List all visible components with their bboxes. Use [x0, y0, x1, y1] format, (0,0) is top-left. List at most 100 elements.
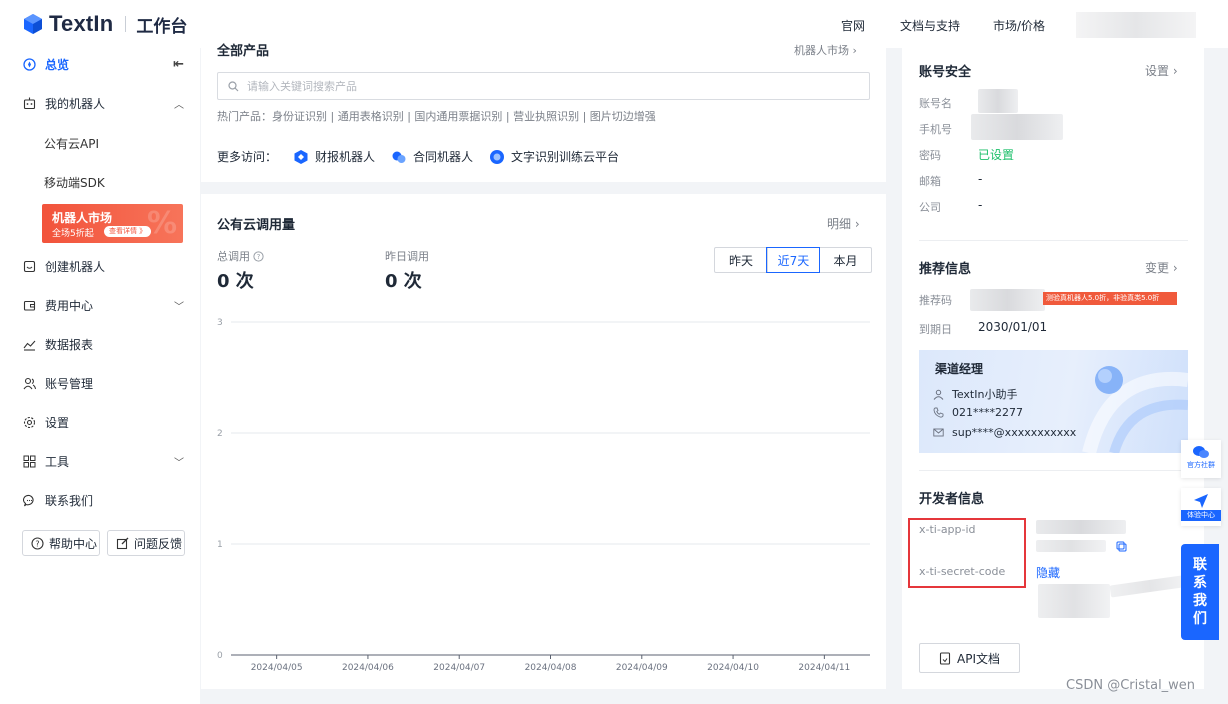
help-circle-icon: ? [31, 536, 44, 550]
company-label: 公司 [919, 201, 941, 214]
recommend-change-link[interactable]: 变更 › [1145, 259, 1178, 276]
x-tick-label: 2024/04/11 [798, 663, 850, 673]
x-tick-label: 2024/04/08 [525, 663, 577, 673]
sidebar-item-settings[interactable]: 设置 [22, 412, 184, 432]
sidebar-item-label: 账号管理 [45, 376, 94, 391]
nav-market-price[interactable]: 市场/价格 [993, 17, 1045, 34]
feedback-button[interactable]: 问题反馈 [107, 530, 185, 556]
email-value: - [978, 172, 983, 186]
document-icon [939, 651, 951, 665]
hide-secret-link[interactable]: 隐藏 [1036, 564, 1060, 581]
create-box-icon [22, 259, 36, 273]
promo-title: 机器人市场 [52, 211, 113, 225]
sidebar-item-reports[interactable]: 数据报表 [22, 334, 184, 354]
experience-widget[interactable]: 体验中心 [1181, 488, 1221, 526]
sidebar-item-label: 设置 [45, 415, 70, 430]
security-settings-link[interactable]: 设置 › [1145, 62, 1178, 79]
channel-contact-name: TextIn小助手 [933, 386, 1017, 402]
feedback-label: 问题反馈 [134, 536, 183, 551]
experience-label: 体验中心 [1181, 510, 1221, 521]
ocr-training-label: 文字识别训练云平台 [511, 150, 620, 164]
referral-discount-tag: 测验真机器人5.0折，非验真类5.0折 [1043, 292, 1177, 305]
password-status: 已设置 [978, 148, 1015, 162]
brand-logo[interactable]: TextIn 工作台 [22, 11, 187, 37]
promo-detail-button[interactable]: 查看详情 》 [104, 226, 152, 237]
chevron-down-icon: ﹀ [174, 457, 184, 469]
sidebar-item-label: 总览 [45, 57, 70, 72]
nav-docs-support[interactable]: 文档与支持 [900, 17, 960, 34]
phone-label: 手机号 [919, 123, 952, 136]
community-label: 官方社群 [1187, 461, 1215, 469]
search-icon [228, 80, 239, 92]
total-calls-label-text: 总调用 [217, 250, 250, 263]
product-search-input[interactable]: 请输入关键词搜索产品 [217, 72, 870, 100]
community-widget[interactable]: 官方社群 [1181, 440, 1221, 478]
nav-official-site[interactable]: 官网 [841, 17, 865, 34]
api-docs-label: API文档 [957, 651, 1000, 666]
expiry-label: 到期日 [919, 323, 952, 336]
contract-robot-link[interactable]: 合同机器人 [391, 148, 473, 165]
sidebar-item-account[interactable]: 账号管理 [22, 373, 184, 393]
contact-char: 系 [1193, 575, 1207, 591]
channel-phone-text: 021****2277 [952, 406, 1023, 419]
svg-text:?: ? [35, 539, 39, 548]
robot-market-link[interactable]: 机器人市场 › [794, 42, 857, 58]
x-tick-label: 2024/04/07 [433, 663, 485, 673]
highlight-annotation-box [908, 518, 1026, 588]
ocr-training-link[interactable]: 文字识别训练云平台 [489, 148, 619, 165]
sidebar-item-tools[interactable]: 工具 ﹀ [22, 451, 184, 471]
api-docs-button[interactable]: API文档 [919, 643, 1020, 673]
robot-icon [22, 96, 36, 110]
sidebar-subitem-public-cloud-api[interactable]: 公有云API [44, 135, 99, 152]
usage-title: 公有云调用量 [217, 218, 296, 233]
contact-char: 们 [1193, 611, 1207, 627]
contract-drops-icon [391, 149, 407, 165]
copy-icon[interactable] [1116, 541, 1127, 552]
compass-icon [22, 57, 36, 71]
x-tick-label: 2024/04/10 [707, 663, 759, 673]
robot-market-promo[interactable]: % 机器人市场 全场5折起 查看详情 》 [42, 204, 183, 243]
user-account-blurred[interactable] [1076, 12, 1196, 38]
y-tick-label: 2 [217, 429, 223, 439]
question-circle-icon[interactable]: ? [253, 250, 264, 262]
hot-products-list[interactable]: 身份证识别 | 通用表格识别 | 国内通用票据识别 | 营业执照识别 | 图片切… [272, 110, 656, 123]
range-yesterday-button[interactable]: 昨天 [715, 248, 767, 272]
yesterday-calls-label: 昨日调用 [385, 250, 429, 263]
channel-contact-email: sup****@xxxxxxxxxxx [933, 426, 1076, 439]
sidebar-item-my-robots[interactable]: 我的机器人 ︿ [22, 93, 184, 113]
sidebar-item-create-robot[interactable]: 创建机器人 [22, 256, 184, 276]
grid-icon [22, 454, 36, 468]
wallet-icon [22, 298, 36, 312]
hexagon-icon [293, 149, 309, 165]
app-id-blurred [1036, 520, 1126, 534]
help-center-button[interactable]: ? 帮助中心 [22, 530, 100, 556]
range-7days-button[interactable]: 近7天 [766, 247, 820, 273]
y-tick-label: 3 [217, 318, 223, 328]
user-icon [933, 389, 944, 400]
y-tick-label: 1 [217, 540, 223, 550]
usage-detail-link[interactable]: 明细 › [827, 215, 860, 232]
x-tick-label: 2024/04/05 [251, 663, 303, 673]
sidebar-subitem-mobile-sdk[interactable]: 移动端SDK [44, 174, 105, 191]
security-title: 账号安全 [919, 65, 972, 80]
referral-code-blurred [970, 289, 1045, 311]
mail-icon [933, 427, 944, 438]
sidebar-item-billing[interactable]: 费用中心 ﹀ [22, 295, 184, 315]
collapse-sidebar-icon[interactable]: ⇤ [173, 57, 184, 72]
promo-subtitle: 全场5折起 [52, 229, 94, 239]
sidebar-item-overview[interactable]: 总览 ⇤ [22, 54, 184, 74]
sidebar-item-label: 我的机器人 [45, 96, 106, 111]
sidebar-item-contact[interactable]: 联系我们 [22, 490, 184, 510]
chevron-down-icon: ﹀ [174, 301, 184, 313]
brand-divider [125, 16, 127, 32]
hot-products: 热门产品：身份证识别 | 通用表格识别 | 国内通用票据识别 | 营业执照识别 … [217, 108, 656, 124]
sidebar-item-label: 创建机器人 [45, 259, 106, 274]
range-month-button[interactable]: 本月 [819, 248, 871, 272]
section-divider [919, 240, 1188, 241]
expiry-value: 2030/01/01 [978, 320, 1048, 334]
contact-us-widget[interactable]: 联 系 我 们 [1181, 544, 1219, 640]
y-tick-label: 0 [217, 651, 223, 661]
usage-line-chart: 0 1 2 3 2024/04/05 2024/04/06 2024/04/07 2024/0… [217, 318, 870, 673]
financial-robot-link[interactable]: 财报机器人 [293, 148, 375, 165]
hot-products-label: 热门产品： [217, 110, 272, 123]
